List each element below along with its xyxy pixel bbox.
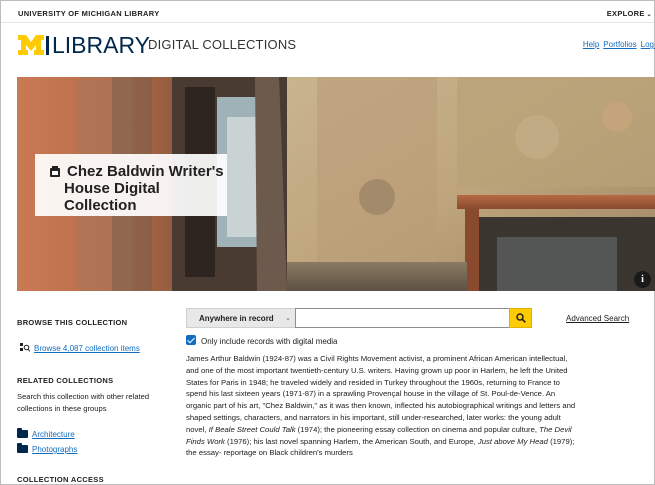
portfolios-link[interactable]: Portfolios — [603, 40, 636, 49]
block-m-logo-icon[interactable] — [18, 35, 44, 55]
university-link[interactable]: UNIVERSITY OF MICHIGAN LIBRARY — [18, 9, 160, 18]
digital-media-checkbox[interactable] — [186, 335, 196, 345]
logo-divider — [46, 36, 49, 55]
work-title: Just above My Head — [477, 436, 548, 446]
related-group-architecture[interactable]: Architecture — [17, 428, 75, 439]
browse-link-label: Browse 4,087 collection items — [34, 344, 140, 353]
hero-banner: Chez Baldwin Writer's House Digital Coll… — [17, 77, 655, 291]
related-description: Search this collection with other relate… — [17, 392, 150, 413]
search-scope-value: Anywhere in record — [199, 314, 274, 323]
login-link[interactable]: Log i — [641, 40, 655, 49]
work-title: If Beale Street Could Talk — [208, 424, 296, 434]
related-group-label: Photographs — [32, 445, 78, 454]
collection-description: James Arthur Baldwin (1924-87) was a Civ… — [186, 353, 581, 459]
info-icon[interactable]: i — [634, 271, 651, 288]
help-link[interactable]: Help — [583, 40, 599, 49]
digital-media-label: Only include records with digital media — [201, 337, 338, 346]
collection-title: Chez Baldwin Writer's House Digital Coll… — [64, 163, 227, 214]
digital-media-filter[interactable]: Only include records with digital media — [186, 334, 338, 346]
folder-icon — [17, 443, 28, 453]
collection-icon — [49, 166, 61, 178]
description-text: (1974); the pioneering essay collection … — [295, 424, 540, 434]
utility-bar: UNIVERSITY OF MICHIGAN LIBRARY EXPLORE ⌄ — [1, 1, 654, 23]
search-scope-select[interactable]: Anywhere in record ⌄ — [186, 308, 297, 328]
site-header: LIBRARY DIGITAL COLLECTIONS Help Portfoli… — [1, 24, 655, 74]
search-input[interactable] — [295, 308, 510, 328]
chevron-down-icon: ⌄ — [285, 315, 291, 322]
browse-icon — [20, 343, 31, 352]
hero-title-box: Chez Baldwin Writer's House Digital Coll… — [35, 154, 227, 216]
folder-icon — [17, 428, 28, 438]
explore-label: EXPLORE — [606, 9, 645, 18]
explore-menu[interactable]: EXPLORE ⌄ — [607, 9, 652, 18]
related-heading: RELATED COLLECTIONS — [17, 376, 114, 385]
library-wordmark-text: LIBRARY — [52, 32, 151, 58]
search-button[interactable] — [509, 308, 532, 328]
browse-collection-link[interactable]: Browse 4,087 collection items — [20, 343, 140, 353]
library-wordmark[interactable]: LIBRARY — [46, 32, 150, 59]
digital-collections-title[interactable]: DIGITAL COLLECTIONS — [148, 37, 296, 52]
search-icon — [516, 313, 526, 323]
header-links: Help Portfolios Log i — [579, 40, 655, 49]
related-group-label: Architecture — [32, 430, 75, 439]
collection-access-heading: COLLECTION ACCESS — [17, 475, 104, 484]
description-text: (1976); his last novel spanning Harlem, … — [224, 436, 478, 446]
advanced-search-link[interactable]: Advanced Search — [566, 314, 629, 323]
browse-heading: BROWSE THIS COLLECTION — [17, 318, 128, 327]
chevron-down-icon: ⌄ — [646, 12, 652, 18]
collection-title-line1: Chez Baldwin Writer's — [67, 163, 224, 180]
related-group-photographs[interactable]: Photographs — [17, 443, 78, 454]
collection-title-line2: House Digital Collection — [64, 180, 160, 214]
description-text: James Arthur Baldwin (1924-87) was a Civ… — [186, 354, 576, 434]
